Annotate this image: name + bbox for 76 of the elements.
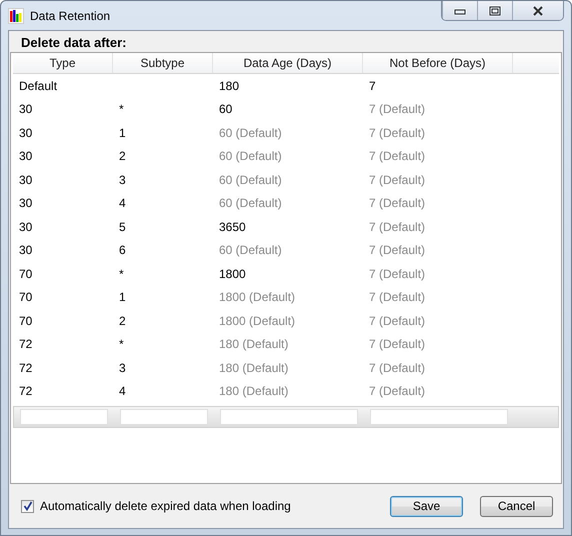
table-cell-text: 1	[118, 290, 127, 304]
table-cell-text: 60 (Default)	[218, 149, 283, 164]
table-cell-text: 180 (Default)	[218, 360, 290, 375]
table-cell-text: *	[118, 337, 125, 352]
table-cell-text: 7 (Default)	[368, 126, 426, 140]
table-cell-text: 2	[118, 149, 127, 164]
table-cell-text: *	[118, 266, 125, 281]
table-cell-text: 7 (Default)	[368, 172, 426, 187]
table-cell-text: 60 (Default)	[218, 243, 283, 258]
minimize-icon	[454, 6, 466, 14]
bar-chart-icon	[8, 8, 24, 24]
column-header[interactable]: Subtype	[113, 53, 213, 73]
group-title: Delete data after:	[20, 34, 128, 52]
checkbox[interactable]	[21, 500, 34, 512]
table-cell-text: 7 (Default)	[368, 243, 426, 258]
new-row-field[interactable]	[370, 409, 508, 425]
column-header[interactable]: Not Before (Days)	[363, 53, 513, 73]
table-cell-text: 7 (Default)	[368, 360, 426, 375]
table-cell-text: 1	[118, 126, 127, 140]
table-cell-text: 30	[18, 196, 34, 210]
minimize-button[interactable]	[442, 1, 477, 20]
checkbox-label: Automatically delete expired data when loading	[40, 499, 292, 513]
table-cell-text: 3	[118, 360, 127, 375]
new-row-field[interactable]	[120, 409, 208, 425]
table-cell-text: 30	[18, 172, 34, 187]
close-icon	[532, 6, 544, 16]
table-cell-text: 30	[18, 220, 34, 234]
save-button[interactable]: Save	[390, 496, 463, 516]
table-cell-text: *	[118, 102, 125, 116]
table-cell-text: 72	[18, 360, 34, 375]
table-cell-text: 4	[118, 196, 127, 210]
table-cell-text: 30	[18, 102, 34, 116]
table-cell-text: 7 (Default)	[368, 314, 426, 328]
table-cell-text: 7 (Default)	[368, 149, 426, 164]
new-row-field[interactable]	[220, 409, 358, 425]
table-cell-text: 30	[18, 149, 34, 164]
table-cell-text: 7 (Default)	[368, 102, 426, 116]
table-cell-text: 180 (Default)	[218, 337, 290, 352]
window-title: Data Retention	[30, 8, 112, 22]
table-cell-text: 7 (Default)	[368, 384, 426, 398]
cancel-button[interactable]: Cancel	[480, 496, 553, 516]
table-cell-text: 72	[18, 384, 34, 398]
new-row-field[interactable]	[20, 409, 108, 425]
table-cell-text: 60 (Default)	[218, 196, 283, 210]
column-header[interactable]: Data Age (Days)	[213, 53, 363, 73]
table-cell-text: 4	[118, 384, 127, 398]
table-cell-text: 70	[18, 314, 34, 328]
table-cell-text: 1800 (Default)	[218, 290, 296, 304]
table-cell-text: 1800	[218, 266, 247, 281]
table-cell-text: 60 (Default)	[218, 172, 283, 187]
close-button[interactable]	[512, 1, 563, 20]
table-cell-text: 70	[18, 266, 34, 281]
table-cell-text: 7 (Default)	[368, 266, 426, 281]
table-cell-text: 2	[118, 314, 127, 328]
table-cell-text: 180 (Default)	[218, 384, 290, 398]
table-cell-text: 180	[218, 78, 240, 93]
table-cell-text: Default	[18, 78, 58, 93]
table-cell-text: 60	[218, 102, 234, 116]
maximize-icon	[489, 6, 501, 16]
table-cell-text: 7 (Default)	[368, 337, 426, 352]
table-cell-text: 70	[18, 290, 34, 304]
table-cell-text: 7	[368, 78, 377, 93]
table-cell-text: 30	[18, 126, 34, 140]
table-cell-text: 3	[118, 172, 127, 187]
column-header[interactable]: Type	[13, 53, 113, 73]
table-cell-text: 6	[118, 243, 127, 258]
table-cell-text: 72	[18, 337, 34, 352]
table-cell-text: 60 (Default)	[218, 126, 283, 140]
table-cell-text: 1800 (Default)	[218, 314, 296, 328]
table-cell-text: 7 (Default)	[368, 290, 426, 304]
table-cell-text: 7 (Default)	[368, 220, 426, 234]
table-cell-text: 3650	[218, 220, 247, 234]
maximize-button[interactable]	[477, 1, 512, 20]
table-cell-text: 30	[18, 243, 34, 258]
table-cell-text: 7 (Default)	[368, 196, 426, 210]
table-cell-text: 5	[118, 220, 127, 234]
